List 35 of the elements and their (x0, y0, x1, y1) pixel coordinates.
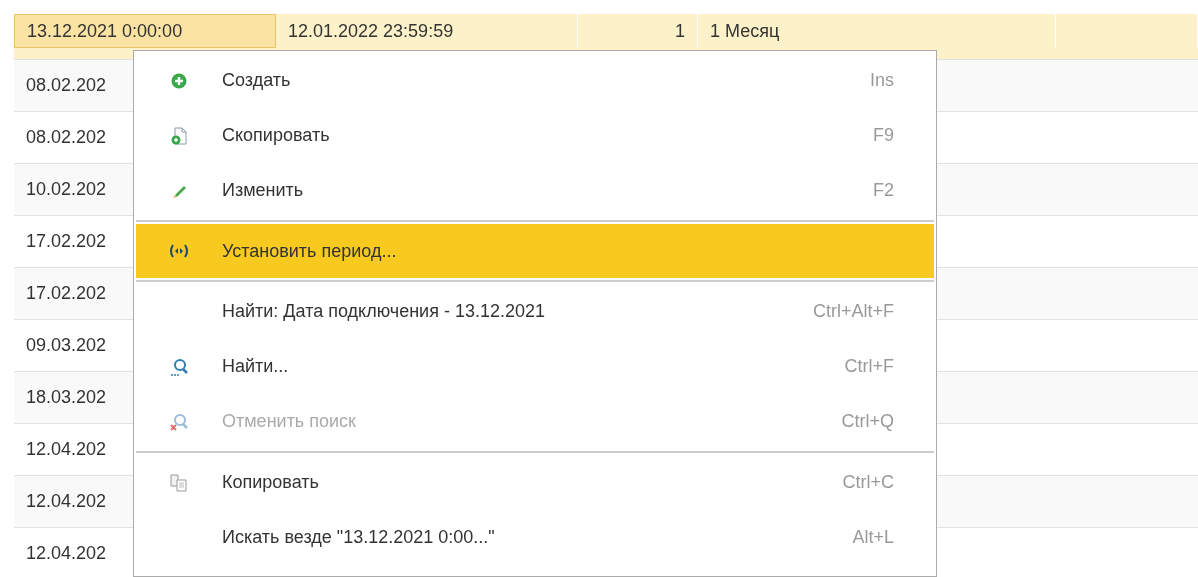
menu-item[interactable]: Скопировать F9 (136, 108, 934, 163)
search-icon (170, 357, 188, 376)
table-cell: 1 Месяц (710, 20, 780, 42)
table-cell: 13.12.2021 0:00:00 (27, 20, 183, 42)
cancel-search-icon (170, 412, 188, 431)
period-icon (169, 244, 189, 258)
copy-document-icon (171, 126, 187, 145)
shortcut-label: Alt+L (852, 527, 894, 548)
copy-icon (170, 473, 188, 492)
shortcut-label: F2 (873, 180, 894, 201)
table-cell: 09.03.202 (26, 335, 107, 356)
add-icon (171, 72, 187, 89)
table-cell: 08.02.202 (26, 75, 107, 96)
shortcut-label: F9 (873, 125, 894, 146)
menu-item[interactable]: Копировать Ctrl+C (136, 455, 934, 510)
shortcut-label: Ctrl+Q (841, 411, 894, 432)
menu-item[interactable]: Установить период... (136, 224, 934, 278)
menu-item[interactable]: Найти... Ctrl+F (136, 339, 934, 394)
table-cell: 12.04.202 (26, 491, 107, 512)
menu-item[interactable]: Искать везде "13.12.2021 0:00..." Alt+L (136, 510, 934, 565)
table-cell: 17.02.202 (26, 283, 107, 304)
table-cell: 1 (675, 20, 685, 42)
table-cell: 17.02.202 (26, 231, 107, 252)
menu-item[interactable]: Изменить F2 (136, 163, 934, 218)
shortcut-label: Ctrl+F (844, 356, 894, 377)
shortcut-label: Ctrl+Alt+F (812, 301, 894, 322)
table-cell: 12.04.202 (26, 439, 107, 460)
menu-item[interactable]: Найти: Дата подключения - 13.12.2021 Ctrl+Alt+F (136, 284, 934, 339)
table-cell: 12.04.202 (26, 543, 107, 564)
table-cell: 10.02.202 (26, 179, 107, 200)
shortcut-label: Ins (870, 70, 894, 91)
table-cell: 18.03.202 (26, 387, 107, 408)
table-cell: 08.02.202 (26, 127, 107, 148)
table-cell: 12.01.2022 23:59:59 (288, 20, 454, 42)
shortcut-label: Ctrl+C (842, 472, 894, 493)
